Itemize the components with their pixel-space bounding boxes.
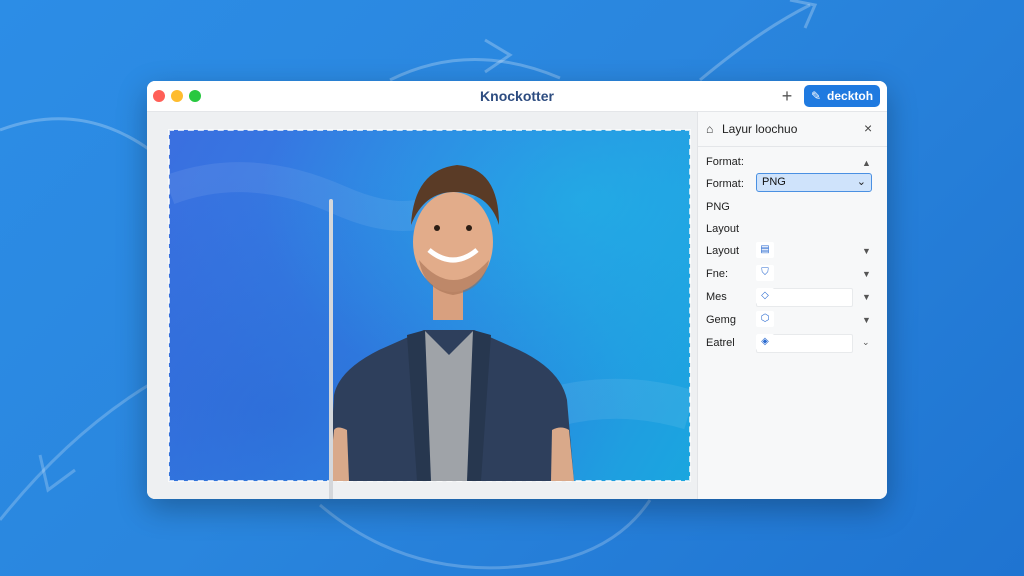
format-heading: Format: — [706, 156, 744, 168]
magic-wand-icon: ✎ — [810, 89, 822, 103]
shield-icon[interactable]: ⛉ — [756, 265, 774, 281]
minimize-window-button[interactable] — [171, 90, 183, 102]
chevron-down-icon: ⌄ — [856, 176, 866, 188]
properties-panel: ⌂ Layur loochuo × Format: ▲ Format: PNG … — [697, 112, 887, 499]
tag-icon: ◈ — [756, 334, 774, 350]
mes-dropdown-icon[interactable]: ▼ — [862, 292, 871, 302]
primary-action-label: decktoh — [827, 89, 874, 103]
eatrel-label: Eatrel — [706, 337, 735, 349]
layout-heading: Layout — [706, 223, 740, 235]
export-icon: ⌂ — [706, 122, 714, 136]
fne-label: Fne: — [706, 268, 729, 280]
document-icon[interactable]: ▤ — [756, 242, 774, 258]
format-select-value: PNG — [762, 176, 786, 188]
layout-label: Layout — [706, 245, 740, 257]
panel-scrollbar[interactable] — [329, 199, 333, 499]
eatrel-dropdown-icon[interactable]: ⌄ — [862, 337, 870, 348]
gemg-dropdown-icon[interactable]: ▼ — [862, 315, 871, 325]
shield-outline-icon[interactable]: ⬡ — [756, 311, 774, 327]
format-label: Format: — [706, 178, 744, 190]
gemg-label: Gemg — [706, 314, 736, 326]
title-bar: Knockotter + ✎ decktoh — [147, 81, 887, 112]
mes-label: Mes — [706, 291, 727, 303]
canvas-area — [147, 112, 697, 499]
panel-header: ⌂ Layur loochuo × — [698, 112, 887, 147]
collapse-icon[interactable]: ▲ — [862, 158, 871, 168]
add-button[interactable]: + — [777, 86, 797, 106]
layout-dropdown-icon[interactable]: ▼ — [862, 246, 871, 256]
close-panel-button[interactable]: × — [864, 120, 872, 136]
app-window: Knockotter + ✎ decktoh ⌂ Layur loochuo ×… — [147, 81, 887, 499]
app-title: Knockotter — [480, 88, 554, 104]
drop-icon: ◇ — [756, 288, 774, 304]
panel-title: Layur loochuo — [722, 122, 798, 136]
close-window-button[interactable] — [153, 90, 165, 102]
primary-action-button[interactable]: ✎ decktoh — [804, 85, 880, 107]
portrait-illustration — [169, 162, 690, 481]
zoom-window-button[interactable] — [189, 90, 201, 102]
format-select[interactable]: PNG ⌄ — [756, 173, 872, 192]
image-canvas[interactable] — [168, 129, 691, 482]
png-text: PNG — [706, 201, 730, 213]
fne-dropdown-icon[interactable]: ▼ — [862, 269, 871, 279]
